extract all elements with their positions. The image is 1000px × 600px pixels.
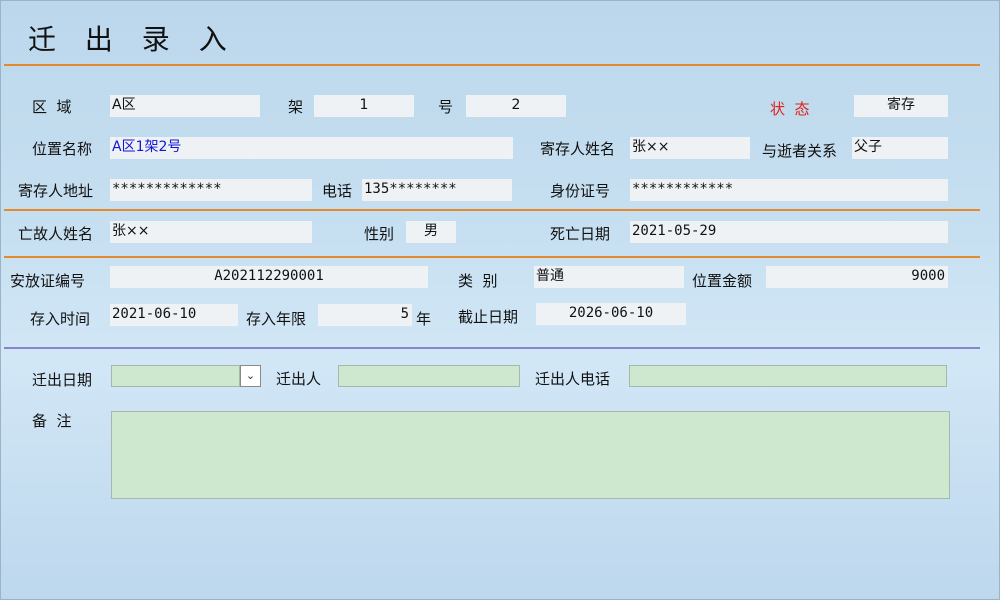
status-field[interactable]: 寄存 [854,95,948,117]
shelf-field[interactable]: 1 [314,95,414,117]
depositor-address-label: 寄存人地址 [18,182,94,200]
section-divider-3 [4,347,980,349]
amount-label: 位置金额 [692,272,753,290]
death-date-label: 死亡日期 [550,225,611,243]
deceased-name-field[interactable]: 张×× [110,221,312,243]
gender-label: 性别 [364,225,395,243]
end-date-label: 截止日期 [458,308,519,326]
window-frame [0,0,1000,600]
deposit-time-field[interactable]: 2021-06-10 [110,304,238,326]
area-label: 区 域 [32,98,72,116]
remark-label: 备 注 [32,412,72,430]
depositor-name-label: 寄存人姓名 [540,140,616,158]
id-number-field[interactable]: ************ [630,179,948,201]
cert-number-field[interactable]: A202112290001 [110,266,428,288]
deceased-name-label: 亡故人姓名 [18,225,94,243]
years-unit-label: 年 [416,310,432,328]
phone-label: 电话 [322,182,353,200]
moveout-date-label: 迁出日期 [32,371,93,389]
position-name-label: 位置名称 [32,140,93,158]
relation-label: 与逝者关系 [762,142,838,160]
title-divider [4,64,980,66]
deposit-time-label: 存入时间 [30,310,91,328]
remark-textarea[interactable] [111,411,950,499]
section-divider-1 [4,209,980,211]
section-divider-2 [4,256,980,258]
end-date-field[interactable]: 2026-06-10 [536,303,686,325]
deposit-years-label: 存入年限 [246,310,307,328]
type-label: 类 别 [458,272,498,290]
phone-field[interactable]: 135******** [362,179,512,201]
depositor-address-field[interactable]: ************* [110,179,312,201]
amount-field[interactable]: 9000 [766,266,948,288]
number-field[interactable]: 2 [466,95,566,117]
number-label: 号 [438,98,454,116]
moveout-date-field[interactable] [111,365,240,387]
status-label: 状 态 [770,100,810,118]
cert-number-label: 安放证编号 [10,272,86,290]
position-name-field[interactable]: A区1架2号 [110,137,513,159]
moveout-phone-label: 迁出人电话 [535,370,611,388]
moveout-phone-field[interactable] [629,365,947,387]
deposit-years-field[interactable]: 5 [318,304,412,326]
id-number-label: 身份证号 [550,182,611,200]
page-title: 迁 出 录 入 [28,23,237,56]
gender-field[interactable]: 男 [406,221,456,243]
moveout-person-field[interactable] [338,365,520,387]
depositor-name-field[interactable]: 张×× [630,137,750,159]
relation-field[interactable]: 父子 [852,137,948,159]
moveout-person-label: 迁出人 [276,370,322,388]
death-date-field[interactable]: 2021-05-29 [630,221,948,243]
area-field[interactable]: A区 [110,95,260,117]
type-field[interactable]: 普通 [534,266,684,288]
dropdown-arrow-icon[interactable]: ⌄ [240,365,261,387]
shelf-label: 架 [288,98,304,116]
